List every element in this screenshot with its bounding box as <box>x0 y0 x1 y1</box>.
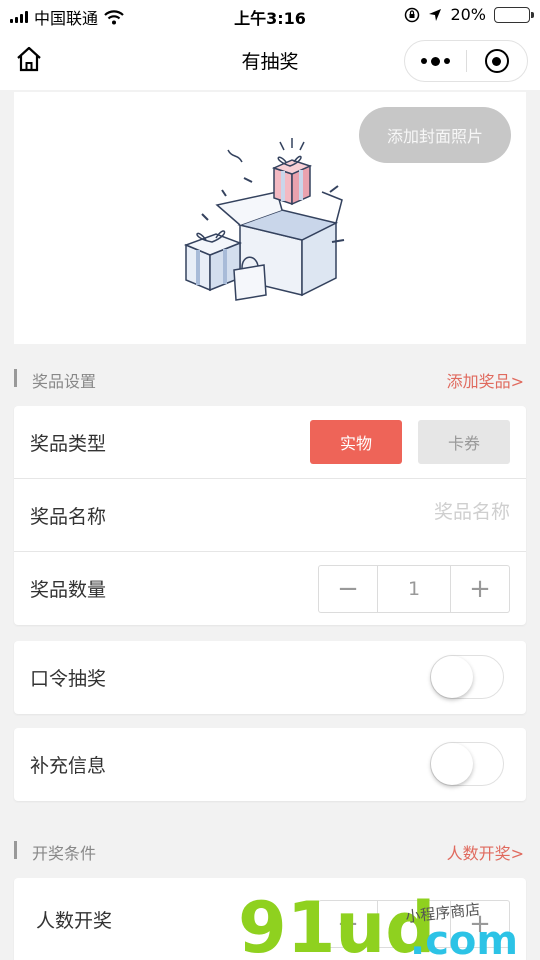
draw-by-count-link[interactable]: 人数开奖> <box>447 840 524 864</box>
increment-button[interactable]: + <box>451 566 509 612</box>
prize-count-row: 奖品数量 − 1 + <box>14 552 526 625</box>
status-bar: 中国联通 上午3:16 20% <box>0 0 540 30</box>
prize-type-row: 奖品类型 实物 卡券 <box>14 406 526 479</box>
prize-name-label: 奖品名称 <box>30 506 107 528</box>
prize-type-label: 奖品类型 <box>30 433 107 455</box>
record-icon[interactable] <box>466 41 527 81</box>
battery-icon <box>494 6 534 23</box>
extra-info-row: 补充信息 <box>14 728 526 801</box>
section-marker <box>14 841 17 859</box>
add-prize-link[interactable]: 添加奖品> <box>447 368 524 392</box>
draw-condition-header: 开奖条件 人数开奖> <box>14 838 526 864</box>
decrement-button[interactable]: − <box>319 566 377 612</box>
battery-percent: 20% <box>450 5 486 24</box>
prize-count-label: 奖品数量 <box>30 579 107 601</box>
prize-settings-card: 奖品类型 实物 卡券 奖品名称 奖品数量 − 1 + <box>14 406 526 625</box>
prize-count-stepper: − 1 + <box>318 565 510 613</box>
lock-rotation-icon <box>405 7 420 22</box>
draw-by-count-label: 人数开奖 <box>36 910 113 932</box>
site-watermark: 91ud .com 小程序商店 <box>238 888 518 960</box>
mini-program-capsule <box>404 40 528 82</box>
gift-box-illustration <box>183 138 345 301</box>
password-draw-label: 口令抽奖 <box>30 668 107 690</box>
section-marker <box>14 369 17 387</box>
extra-info-label: 补充信息 <box>30 755 107 777</box>
more-dots-icon[interactable] <box>405 41 466 81</box>
prize-section-header: 奖品设置 添加奖品> <box>14 366 526 392</box>
password-draw-card: 口令抽奖 <box>14 641 526 714</box>
prize-name-row: 奖品名称 <box>14 479 526 552</box>
cover-area: 添加封面照片 <box>14 92 526 344</box>
prize-type-physical-button[interactable]: 实物 <box>310 420 402 464</box>
extra-info-card: 补充信息 <box>14 728 526 801</box>
home-icon[interactable] <box>14 44 44 74</box>
nav-bar: 有抽奖 <box>0 30 540 90</box>
prize-count-value[interactable]: 1 <box>377 566 451 612</box>
location-icon <box>429 8 442 21</box>
prize-type-coupon-button[interactable]: 卡券 <box>418 420 510 464</box>
password-draw-toggle[interactable] <box>430 655 504 699</box>
draw-condition-title: 开奖条件 <box>32 844 97 863</box>
prize-name-input[interactable] <box>270 501 510 523</box>
password-draw-row: 口令抽奖 <box>14 641 526 714</box>
extra-info-toggle[interactable] <box>430 742 504 786</box>
add-cover-photo-button[interactable]: 添加封面照片 <box>359 107 511 163</box>
watermark-suffix: .com <box>410 918 518 960</box>
prize-section-title: 奖品设置 <box>32 372 97 391</box>
